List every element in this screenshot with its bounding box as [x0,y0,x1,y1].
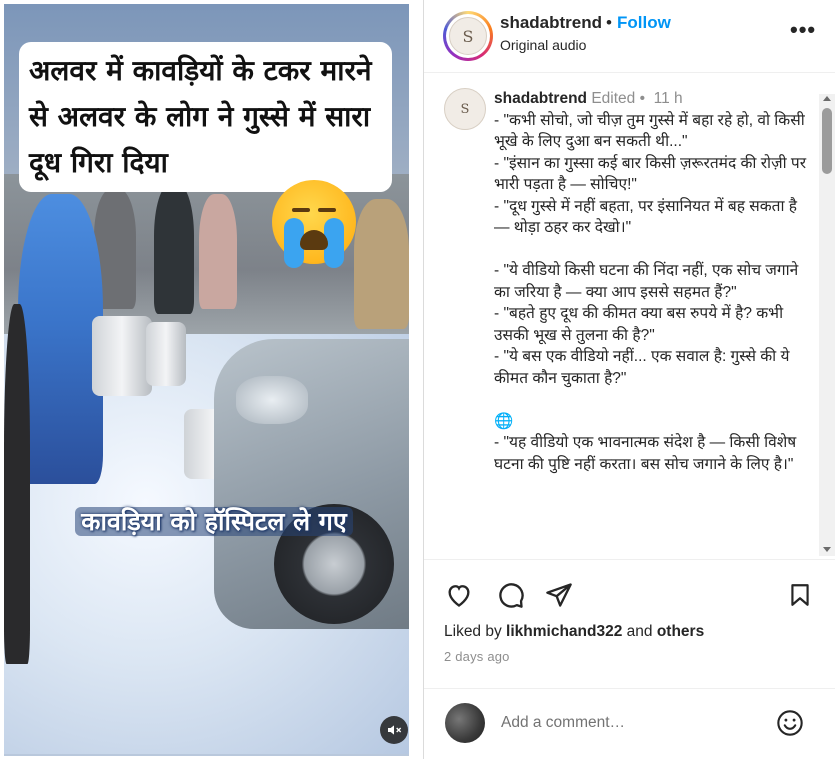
liked-prefix: Liked by [444,623,507,640]
comment-button[interactable] [496,580,526,610]
video-person [199,194,237,309]
author-avatar-logo: S [449,17,487,55]
original-audio-link[interactable]: Original audio [500,37,586,53]
like-button[interactable] [444,580,474,610]
liked-others-link[interactable]: others [657,623,704,640]
follow-button[interactable]: Follow [617,13,671,33]
milk-can [146,322,186,386]
emoji-eye [318,208,336,212]
video-headline-text: अलवर में कावड़ियों के टकर मारने से अलवर … [29,54,372,179]
caption-body: - "कभी सोचो, जो चीज़ तुम गुस्से में बहा … [494,111,807,473]
video-person [154,184,194,314]
scroll-up-arrow-icon[interactable] [823,96,831,101]
video-headline: अलवर में कावड़ियों के टकर मारने से अलवर … [19,42,392,192]
more-options-icon[interactable]: ••• [790,17,816,43]
speaker-muted-icon [388,725,402,735]
crying-face-icon [272,180,356,268]
author-avatar[interactable]: S [443,11,493,61]
caption-area: S shadabtrend Edited • 11 h - "कभी सोचो,… [424,74,835,558]
likes-summary: Liked by likhmichand322 and others [444,623,704,641]
author-username[interactable]: shadabtrend [500,13,602,33]
emoji-picker-button[interactable] [776,709,806,739]
scroll-down-arrow-icon[interactable] [823,547,831,552]
video-person-left-edge [4,304,30,664]
caption-avatar[interactable]: S [444,88,486,130]
caption-meta: Edited • 11 h [591,90,683,107]
caption-username[interactable]: shadabtrend [494,90,587,107]
milk-can [92,316,152,396]
post-details-pane: S shadabtrend • Follow Original audio ••… [423,0,835,759]
share-button[interactable] [544,580,574,610]
video-subtitle-text: कावड़िया को हॉस्पिटल ले गए [75,507,353,536]
mute-button[interactable] [380,716,408,744]
emoji-mouth [300,230,328,250]
car-headlight [236,376,308,424]
comment-input[interactable] [501,711,761,735]
reel-video[interactable]: अलवर में कावड़ियों के टकर मारने से अलवर … [4,4,409,756]
video-pane: अलवर में कावड़ियों के टकर मारने से अलवर … [0,0,423,759]
bookmark-icon [791,584,809,606]
save-button[interactable] [785,580,815,610]
smiley-face-icon [777,710,803,736]
viewer-avatar[interactable] [445,703,485,743]
scrollbar-thumb[interactable] [822,108,832,174]
liked-and: and [622,623,657,640]
header-separator: • [606,13,612,32]
video-person-blue-shirt [18,194,103,484]
caption-text: shadabtrend Edited • 11 h - "कभी सोचो, ज… [494,88,814,475]
video-person [354,199,409,329]
emoji-eye [292,208,310,212]
post-actions: Liked by likhmichand322 and others 2 day… [424,559,835,759]
comment-composer [424,688,835,759]
paper-plane-icon [546,583,572,607]
post-header: S shadabtrend • Follow Original audio ••… [424,0,835,73]
caption-scrollbar[interactable] [819,94,835,556]
author-avatar-inner: S [446,14,490,58]
post-date[interactable]: 2 days ago [444,649,510,664]
video-subtitle: कावड़िया को हॉस्पिटल ले गए [44,500,384,544]
liked-by-user-link[interactable]: likhmichand322 [506,623,622,640]
comment-bubble-icon [499,583,524,608]
heart-icon [448,585,470,607]
